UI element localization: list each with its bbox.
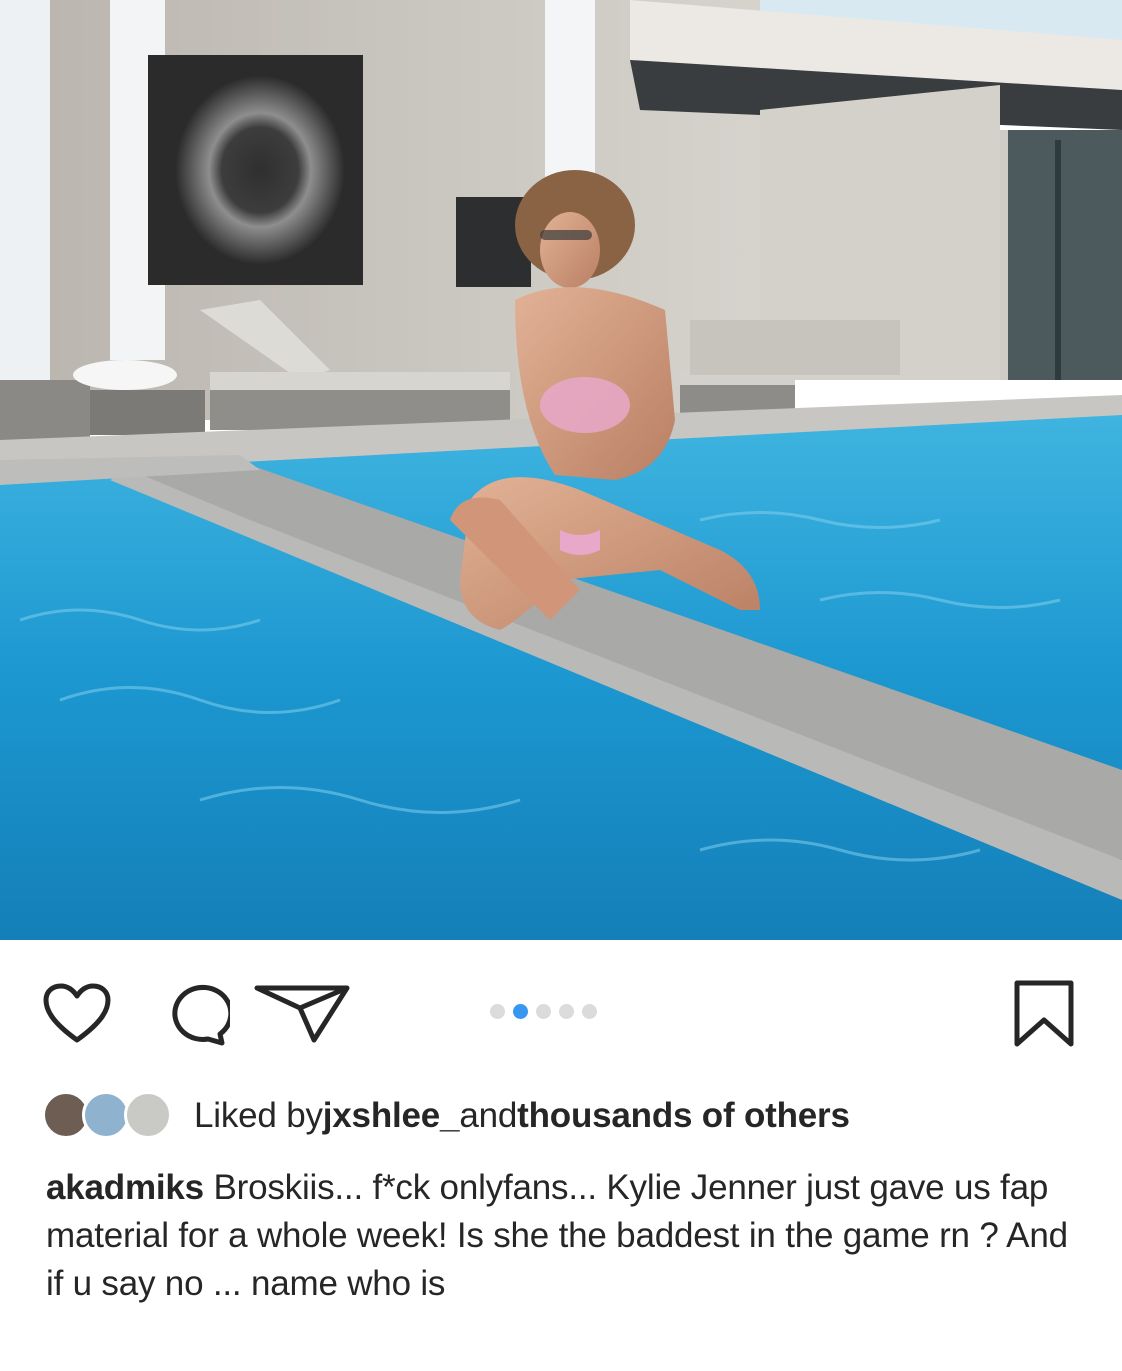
post-caption: akadmiks Broskiis... f*ck onlyfans... Ky…: [46, 1164, 1086, 1308]
likes-others-link[interactable]: thousands of others: [517, 1096, 850, 1136]
carousel-dot: [490, 1004, 505, 1019]
bookmark-icon[interactable]: [1012, 978, 1076, 1050]
heart-icon[interactable]: [42, 982, 112, 1046]
avatar: [82, 1091, 130, 1139]
carousel-dot: [582, 1004, 597, 1019]
post-photo[interactable]: [0, 0, 1122, 940]
carousel-indicator: [490, 1004, 597, 1019]
caption-username-link[interactable]: akadmiks: [46, 1168, 204, 1207]
pool-scene-image: [0, 0, 1122, 940]
carousel-dot: [536, 1004, 551, 1019]
likes-middle: and: [459, 1096, 518, 1135]
liker-avatars: [42, 1089, 182, 1143]
liker-username-link[interactable]: jxshlee_: [323, 1096, 460, 1136]
likes-summary[interactable]: Liked by jxshlee_ and thousands of other…: [42, 1086, 850, 1146]
carousel-dot-active: [513, 1004, 528, 1019]
direct-share-icon[interactable]: [252, 982, 352, 1044]
avatar: [124, 1091, 172, 1139]
carousel-dot: [559, 1004, 574, 1019]
likes-prefix: Liked by: [194, 1096, 323, 1135]
comment-icon[interactable]: [160, 984, 230, 1048]
post-action-bar: [0, 940, 1122, 1080]
